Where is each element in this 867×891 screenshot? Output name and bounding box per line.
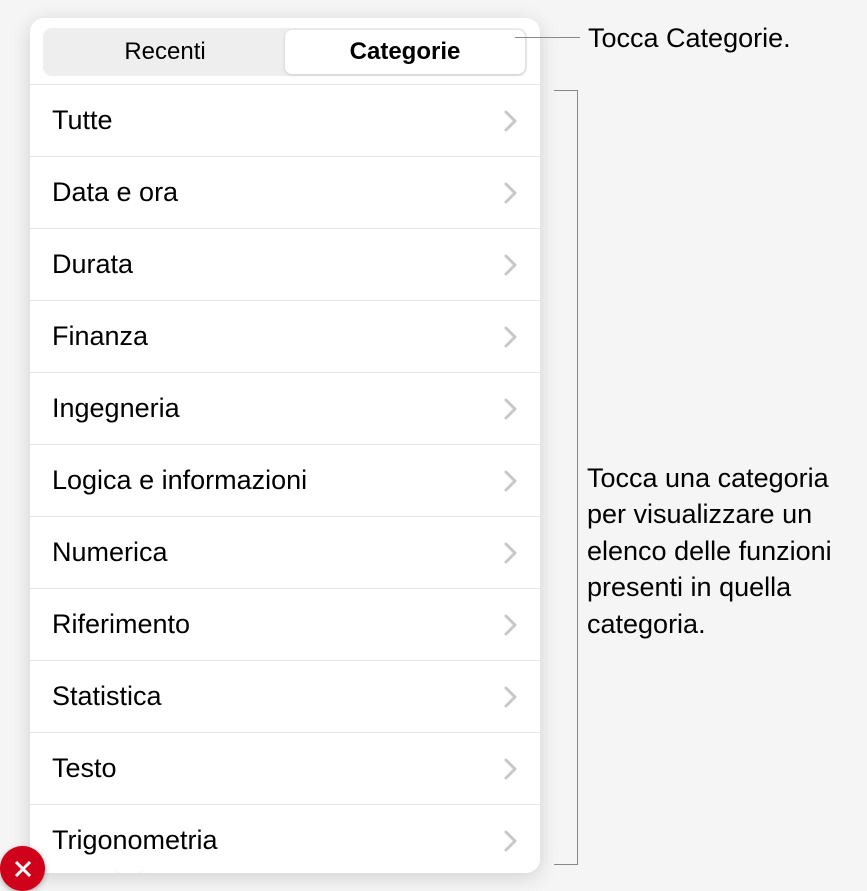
callout-leader-line	[515, 37, 580, 38]
category-label: Numerica	[52, 537, 168, 568]
category-item-reference[interactable]: Riferimento	[30, 589, 540, 661]
close-button[interactable]	[0, 846, 45, 891]
category-label: Logica e informazioni	[52, 465, 307, 496]
category-label: Trigonometria	[52, 825, 218, 856]
category-item-date[interactable]: Data e ora	[30, 157, 540, 229]
category-item-duration[interactable]: Durata	[30, 229, 540, 301]
tab-recent[interactable]: Recenti	[45, 30, 285, 74]
category-label: Data e ora	[52, 177, 178, 208]
callout-text-mid: Tocca una categoria per visualizzare un …	[587, 460, 862, 642]
callout-text-top: Tocca Categorie.	[588, 20, 791, 56]
category-label: Statistica	[52, 681, 162, 712]
popover-tail	[115, 868, 143, 873]
chevron-right-icon	[504, 254, 518, 276]
tab-recent-label: Recenti	[124, 38, 205, 65]
category-item-logic[interactable]: Logica e informazioni	[30, 445, 540, 517]
callout-bracket	[554, 90, 578, 865]
category-list: Tutte Data e ora Durata Finanza Ingegner…	[30, 84, 540, 873]
category-item-all[interactable]: Tutte	[30, 85, 540, 157]
category-item-statistics[interactable]: Statistica	[30, 661, 540, 733]
chevron-right-icon	[504, 830, 518, 852]
tab-categories-label: Categorie	[350, 38, 461, 65]
category-label: Finanza	[52, 321, 148, 352]
chevron-right-icon	[504, 182, 518, 204]
category-item-text[interactable]: Testo	[30, 733, 540, 805]
chevron-right-icon	[504, 398, 518, 420]
category-item-numeric[interactable]: Numerica	[30, 517, 540, 589]
category-label: Durata	[52, 249, 133, 280]
chevron-right-icon	[504, 542, 518, 564]
category-item-finance[interactable]: Finanza	[30, 301, 540, 373]
category-item-engineering[interactable]: Ingegneria	[30, 373, 540, 445]
chevron-right-icon	[504, 758, 518, 780]
category-label: Testo	[52, 753, 117, 784]
category-label: Riferimento	[52, 609, 190, 640]
category-label: Ingegneria	[52, 393, 180, 424]
chevron-right-icon	[504, 686, 518, 708]
chevron-right-icon	[504, 614, 518, 636]
tab-categories[interactable]: Categorie	[285, 30, 525, 74]
functions-popover: Recenti Categorie Tutte Data e ora Durat…	[30, 18, 540, 873]
category-item-trigonometry[interactable]: Trigonometria	[30, 805, 540, 873]
chevron-right-icon	[504, 110, 518, 132]
category-label: Tutte	[52, 105, 113, 136]
chevron-right-icon	[504, 470, 518, 492]
segmented-control: Recenti Categorie	[43, 28, 527, 76]
chevron-right-icon	[504, 326, 518, 348]
close-icon	[12, 858, 34, 880]
